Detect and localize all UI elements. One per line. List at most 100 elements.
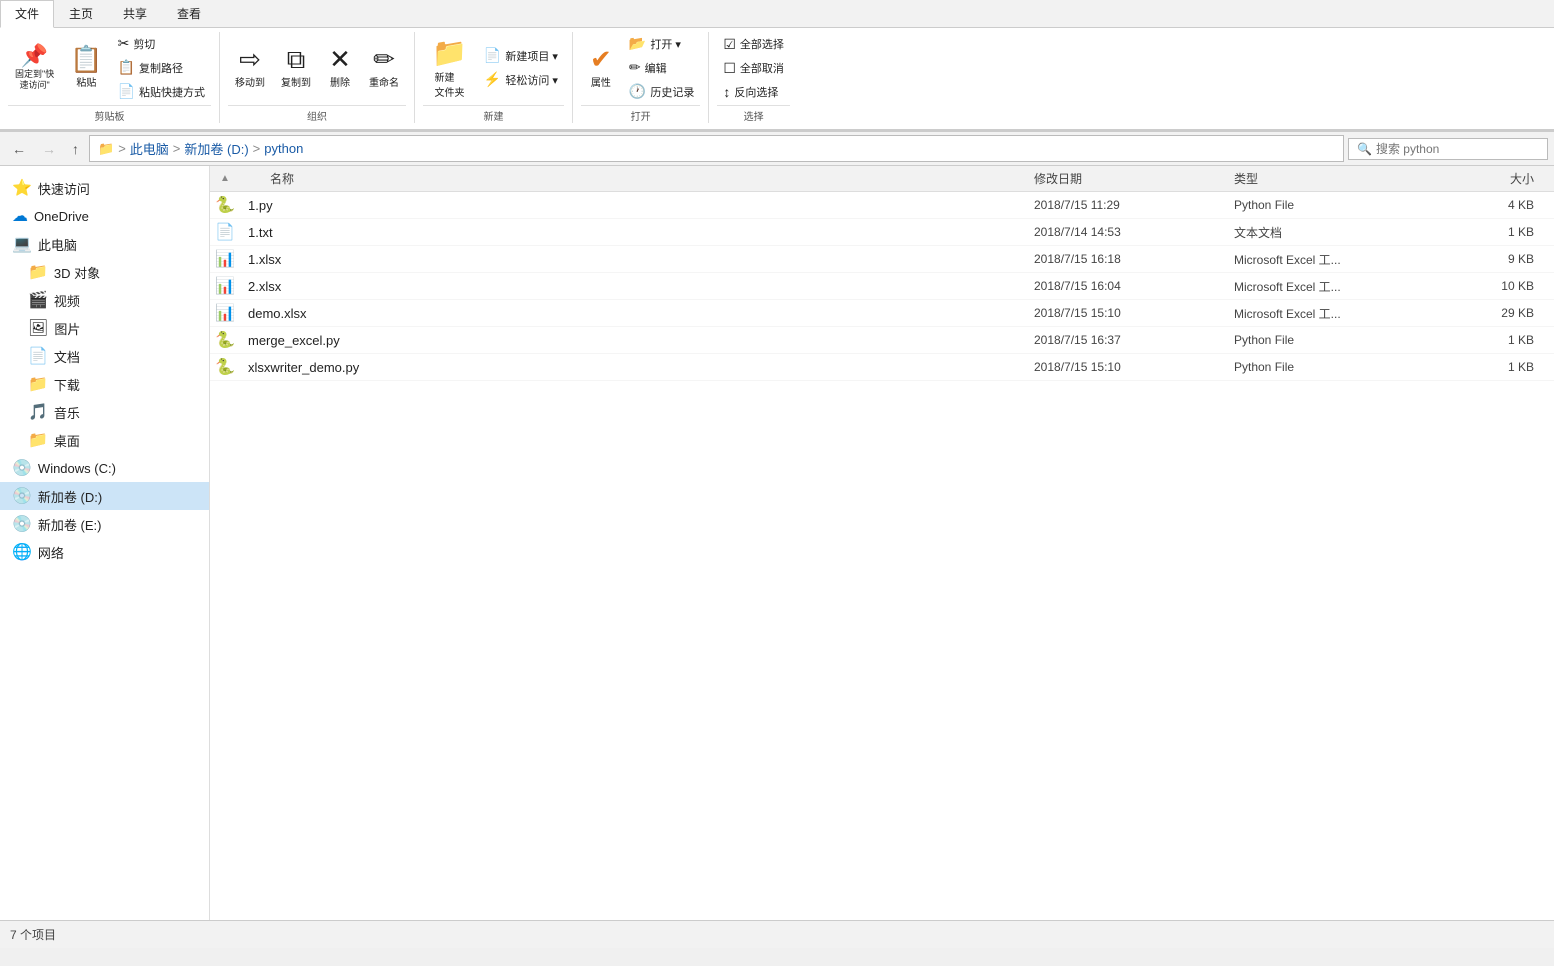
deselect-all-button[interactable]: ☐ 全部取消 [717, 57, 790, 80]
delete-button[interactable]: ✕ 删除 [320, 42, 360, 93]
rename-button[interactable]: ✏ 重命名 [362, 42, 406, 93]
open-label: 打开 [581, 105, 700, 123]
invert-select-icon: ↕ [723, 84, 730, 100]
open-button[interactable]: 📂 打开 ▾ [623, 32, 700, 55]
sort-toggle[interactable]: ▲ [210, 173, 240, 184]
file-row[interactable]: 📊 2.xlsx 2018/7/15 16:04 Microsoft Excel… [210, 273, 1554, 300]
file-icon: 📊 [215, 303, 235, 323]
history-button[interactable]: 🕐 历史记录 [623, 80, 700, 103]
copy-to-button[interactable]: ⧉ 复制到 [274, 42, 318, 93]
edit-button[interactable]: ✏ 编辑 [623, 56, 700, 79]
paste-icon: 📋 [70, 46, 102, 72]
new-folder-icon: 📁 [432, 36, 467, 69]
invert-select-button[interactable]: ↕ 反向选择 [717, 81, 790, 103]
tab-file[interactable]: 文件 [0, 0, 54, 28]
properties-button[interactable]: ✔ 属性 [581, 42, 621, 93]
file-row[interactable]: 📊 demo.xlsx 2018/7/15 15:10 Microsoft Ex… [210, 300, 1554, 327]
sidebar-item-windows-c[interactable]: 💿 Windows (C:) [0, 454, 209, 482]
file-list: ▲ 名称 修改日期 类型 大小 🐍 1.py 2018/7/15 11:29 P… [210, 166, 1554, 920]
col-type-header[interactable]: 类型 [1234, 170, 1454, 187]
search-icon: 🔍 [1357, 142, 1372, 156]
back-button[interactable]: ← [6, 138, 32, 160]
sidebar-item-video[interactable]: 🎬 视频 [0, 286, 209, 314]
sidebar-item-desktop[interactable]: 📁 桌面 [0, 426, 209, 454]
path-d[interactable]: 新加卷 (D:) [184, 139, 248, 158]
history-icon: 🕐 [629, 83, 646, 100]
move-to-button[interactable]: ⇨ 移动到 [228, 42, 272, 93]
cut-icon: ✂ [118, 35, 130, 52]
music-icon: 🎵 [28, 402, 48, 422]
move-icon: ⇨ [239, 46, 261, 72]
deselect-all-icon: ☐ [723, 60, 736, 77]
file-row[interactable]: 📄 1.txt 2018/7/14 14:53 文本文档 1 KB [210, 219, 1554, 246]
new-item-button[interactable]: 📄 新建项目 ▾ [478, 44, 564, 67]
file-row[interactable]: 🐍 1.py 2018/7/15 11:29 Python File 4 KB [210, 192, 1554, 219]
network-icon: 🌐 [12, 542, 32, 562]
col-name-header[interactable]: 名称 [240, 170, 1034, 187]
edit-icon: ✏ [629, 59, 641, 76]
copy-to-icon: ⧉ [287, 46, 306, 72]
search-box[interactable]: 🔍 [1348, 138, 1548, 160]
tab-home[interactable]: 主页 [54, 0, 108, 27]
file-icon-cell: 📊 [210, 276, 240, 296]
sidebar-item-documents[interactable]: 📄 文档 [0, 342, 209, 370]
sidebar-item-new-volume-e[interactable]: 💿 新加卷 (E:) [0, 510, 209, 538]
file-row[interactable]: 🐍 xlsxwriter_demo.py 2018/7/15 15:10 Pyt… [210, 354, 1554, 381]
file-row[interactable]: 🐍 merge_excel.py 2018/7/15 16:37 Python … [210, 327, 1554, 354]
main-layout: ⭐ 快速访问 ☁ OneDrive 💻 此电脑 📁 3D 对象 🎬 视频 🖼 图… [0, 166, 1554, 920]
3d-icon: 📁 [28, 262, 48, 282]
file-size: 1 KB [1454, 333, 1554, 347]
select-all-icon: ☑ [723, 36, 736, 53]
path-pc-label[interactable]: 此电脑 [130, 139, 169, 158]
file-name: 1.xlsx [240, 252, 1034, 267]
sidebar-item-quick-access[interactable]: ⭐ 快速访问 [0, 174, 209, 202]
sidebar-item-downloads[interactable]: 📁 下载 [0, 370, 209, 398]
ribbon: 文件 主页 共享 查看 📌 固定到"快速访问" 📋 粘贴 [0, 0, 1554, 132]
downloads-icon: 📁 [28, 374, 48, 394]
col-size-header[interactable]: 大小 [1454, 170, 1554, 187]
sidebar-item-music[interactable]: 🎵 音乐 [0, 398, 209, 426]
sidebar-item-new-volume-d[interactable]: 💿 新加卷 (D:) [0, 482, 209, 510]
file-type: Python File [1234, 360, 1454, 374]
file-date: 2018/7/15 11:29 [1034, 198, 1234, 212]
tab-view[interactable]: 查看 [162, 0, 216, 27]
file-date: 2018/7/15 16:04 [1034, 279, 1234, 293]
file-date: 2018/7/15 16:37 [1034, 333, 1234, 347]
file-icon-cell: 🐍 [210, 195, 240, 215]
paste-shortcut-button[interactable]: 📄 粘贴快捷方式 [112, 80, 211, 103]
file-size: 1 KB [1454, 360, 1554, 374]
address-path[interactable]: 📁 > 此电脑 > 新加卷 (D:) > python [89, 135, 1344, 162]
status-text: 7 个项目 [10, 926, 56, 943]
file-name: 1.py [240, 198, 1034, 213]
select-all-button[interactable]: ☑ 全部选择 [717, 33, 790, 56]
status-bar: 7 个项目 [0, 920, 1554, 948]
sidebar-item-this-pc[interactable]: 💻 此电脑 [0, 230, 209, 258]
forward-button[interactable]: → [36, 138, 62, 160]
open-icon: 📂 [629, 35, 646, 52]
easy-access-button[interactable]: ⚡ 轻松访问 ▾ [478, 68, 564, 91]
pin-button[interactable]: 📌 固定到"快速访问" [8, 41, 61, 95]
ribbon-group-organize: ⇨ 移动到 ⧉ 复制到 ✕ 删除 ✏ 重命名 组织 [220, 32, 415, 123]
this-pc-icon: 💻 [12, 234, 32, 254]
search-input[interactable] [1376, 142, 1526, 156]
up-button[interactable]: ↑ [66, 138, 85, 160]
ribbon-group-open: ✔ 属性 📂 打开 ▾ ✏ 编辑 🕐 历史记录 [573, 32, 709, 123]
sidebar-item-onedrive[interactable]: ☁ OneDrive [0, 202, 209, 230]
file-row[interactable]: 📊 1.xlsx 2018/7/15 16:18 Microsoft Excel… [210, 246, 1554, 273]
pin-icon: 📌 [21, 45, 48, 67]
sidebar-item-pictures[interactable]: 🖼 图片 [0, 314, 209, 342]
sidebar-item-3d[interactable]: 📁 3D 对象 [0, 258, 209, 286]
file-date: 2018/7/14 14:53 [1034, 225, 1234, 239]
file-type: Microsoft Excel 工... [1234, 278, 1454, 295]
path-pc[interactable]: 📁 [98, 141, 114, 157]
col-date-header[interactable]: 修改日期 [1034, 170, 1234, 187]
path-python[interactable]: python [264, 141, 303, 156]
new-folder-button[interactable]: 📁 新建文件夹 [423, 32, 476, 103]
sidebar-item-network[interactable]: 🌐 网络 [0, 538, 209, 566]
cut-button[interactable]: ✂ 剪切 [112, 32, 211, 55]
copy-button[interactable]: 📋 复制路径 [112, 56, 211, 79]
tab-share[interactable]: 共享 [108, 0, 162, 27]
paste-button[interactable]: 📋 粘贴 [63, 42, 109, 93]
delete-icon: ✕ [329, 46, 351, 72]
desktop-icon: 📁 [28, 430, 48, 450]
